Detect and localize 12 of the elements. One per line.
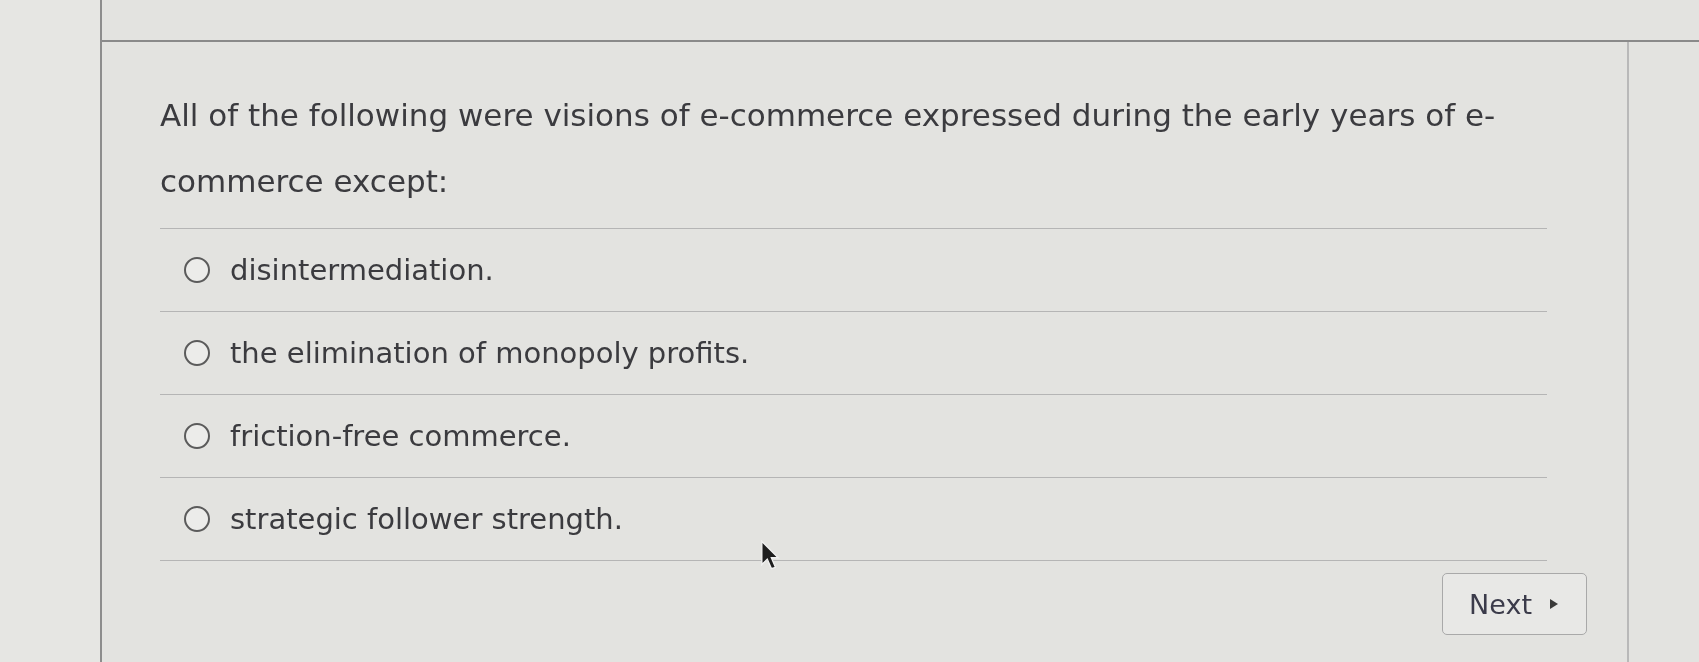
caret-icon — [1550, 599, 1558, 609]
option-label[interactable]: strategic follower strength. — [230, 502, 623, 536]
option-label[interactable]: disintermediation. — [230, 253, 494, 287]
option-label[interactable]: the elimination of monopoly profits. — [230, 336, 750, 370]
radio-button[interactable] — [184, 257, 210, 283]
next-button[interactable]: Next — [1442, 573, 1587, 635]
question-text: All of the following were visions of e-commerce expressed during the early years of e-commerce except: — [160, 82, 1547, 229]
mouse-pointer-icon — [760, 540, 780, 570]
radio-button[interactable] — [184, 506, 210, 532]
radio-button[interactable] — [184, 340, 210, 366]
option-label[interactable]: friction-free commerce. — [230, 419, 571, 453]
radio-button[interactable] — [184, 423, 210, 449]
